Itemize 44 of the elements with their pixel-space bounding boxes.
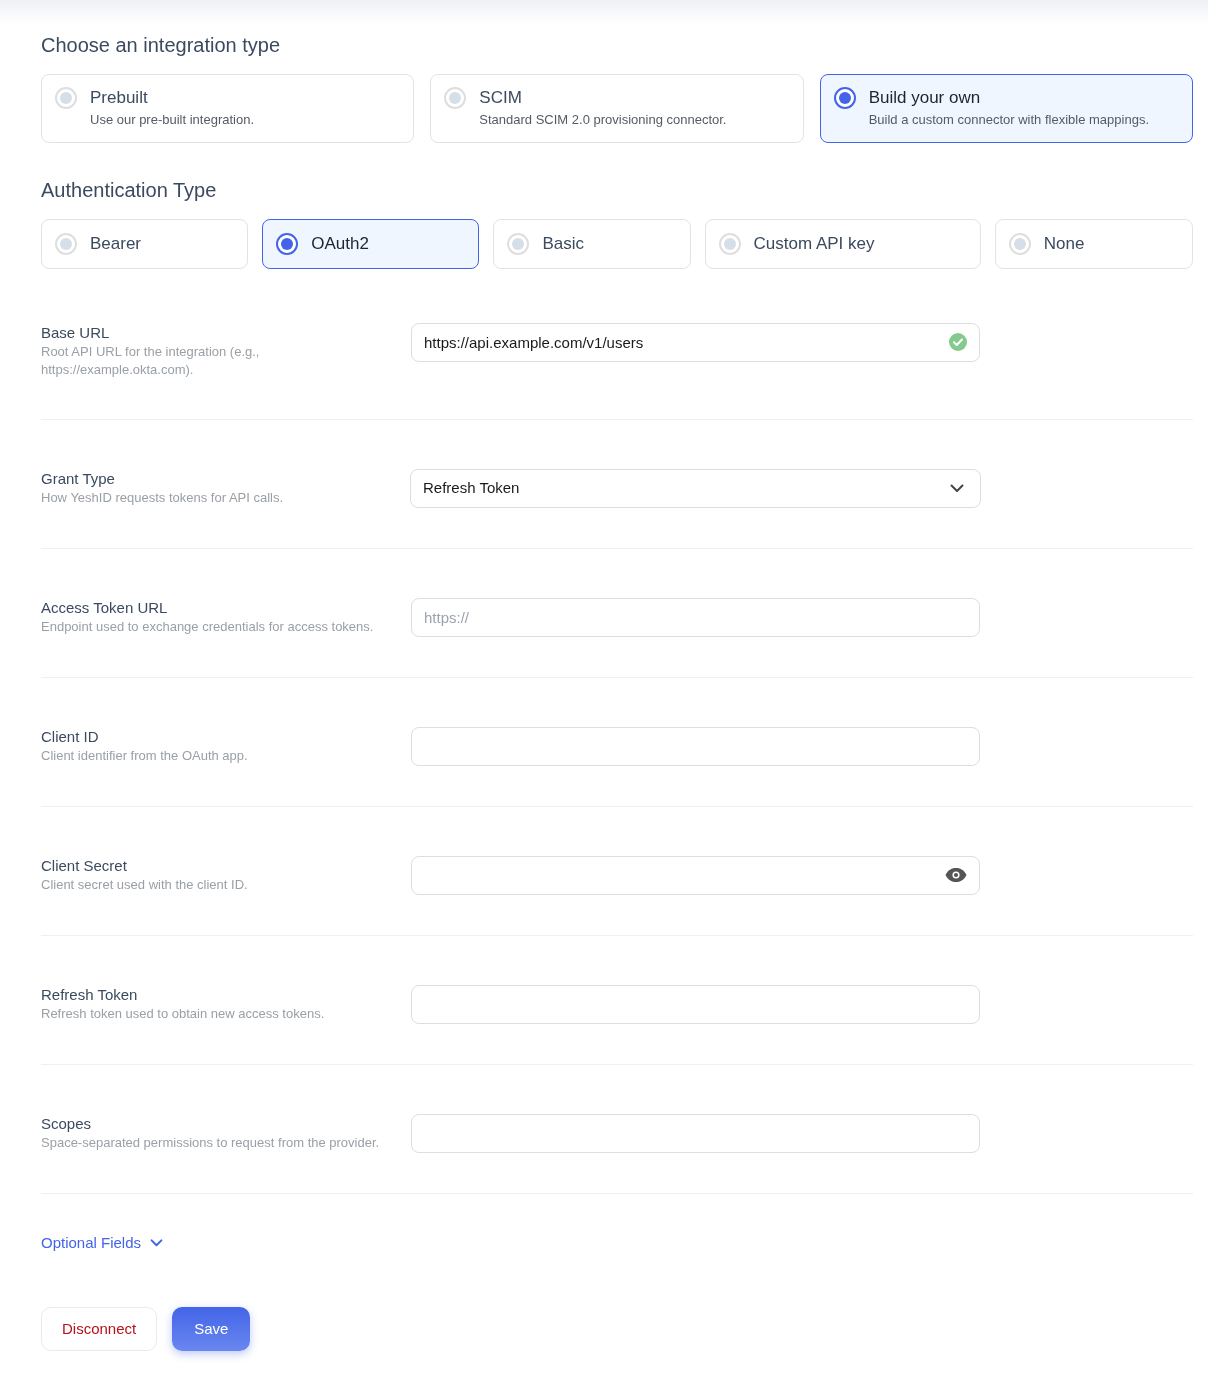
auth-type-option[interactable]: OAuth2 xyxy=(262,219,480,269)
radio-icon xyxy=(1008,233,1031,255)
disconnect-button[interactable]: Disconnect xyxy=(41,1307,158,1351)
field-label: Scopes xyxy=(41,1114,92,1134)
password-field[interactable] xyxy=(411,856,980,895)
chevron-down-icon xyxy=(950,484,964,493)
integration-option[interactable]: SCIM Standard SCIM 2.0 provisioning connector. xyxy=(430,74,804,143)
integration-option[interactable]: Prebuilt Use our pre-built integration. xyxy=(41,74,415,143)
field-description: Client identifier from the OAuth app. xyxy=(41,747,248,765)
input-field[interactable] xyxy=(411,727,980,766)
input-field[interactable]: https:// xyxy=(411,598,980,637)
eye-icon xyxy=(945,868,967,882)
field-description: Client secret used with the client ID. xyxy=(41,876,248,894)
section-heading: Choose an integration type xyxy=(41,33,282,58)
field-label: Client ID xyxy=(41,727,99,747)
field-label: Client Secret xyxy=(41,856,127,876)
radio-icon xyxy=(55,233,77,255)
field-description: Root API URL for the integration (e.g., https://example.okta.com). xyxy=(41,343,261,379)
section-heading: Authentication Type xyxy=(41,178,218,203)
field-description: Endpoint used to exchange credentials for access tokens. xyxy=(41,618,374,636)
field-description: How YeshID requests tokens for API calls. xyxy=(41,489,284,507)
dropdown[interactable]: Refresh Token xyxy=(410,469,981,508)
save-button[interactable]: Save xyxy=(172,1307,251,1351)
radio-icon xyxy=(833,87,856,109)
radio-icon xyxy=(718,233,741,255)
auth-type-option[interactable]: Bearer xyxy=(41,219,249,269)
auth-type-option[interactable]: Basic xyxy=(493,219,691,269)
input-field[interactable] xyxy=(411,985,980,1024)
radio-icon xyxy=(55,87,77,109)
field-label: Grant Type xyxy=(41,469,115,489)
auth-type-option[interactable]: None xyxy=(994,219,1193,269)
field-description: Refresh token used to obtain new access tokens. xyxy=(41,1005,325,1023)
field-label: Access Token URL xyxy=(41,598,168,618)
auth-type-option[interactable]: Custom API key xyxy=(704,219,981,269)
radio-icon xyxy=(507,233,530,255)
field-description: Space-separated permissions to request from the provider. xyxy=(41,1134,380,1152)
integration-option[interactable]: Build your own Build a custom connector with flexible mappings. xyxy=(819,74,1193,143)
input-field[interactable]: https://api.example.com/v1/users xyxy=(411,323,980,362)
field-label: Refresh Token xyxy=(41,985,138,1005)
input-field[interactable] xyxy=(411,1114,980,1153)
field-label: Base URL xyxy=(41,323,110,343)
optional-fields-toggle[interactable]: Optional Fields xyxy=(41,1232,164,1254)
radio-icon xyxy=(276,233,299,255)
radio-icon xyxy=(444,87,467,109)
